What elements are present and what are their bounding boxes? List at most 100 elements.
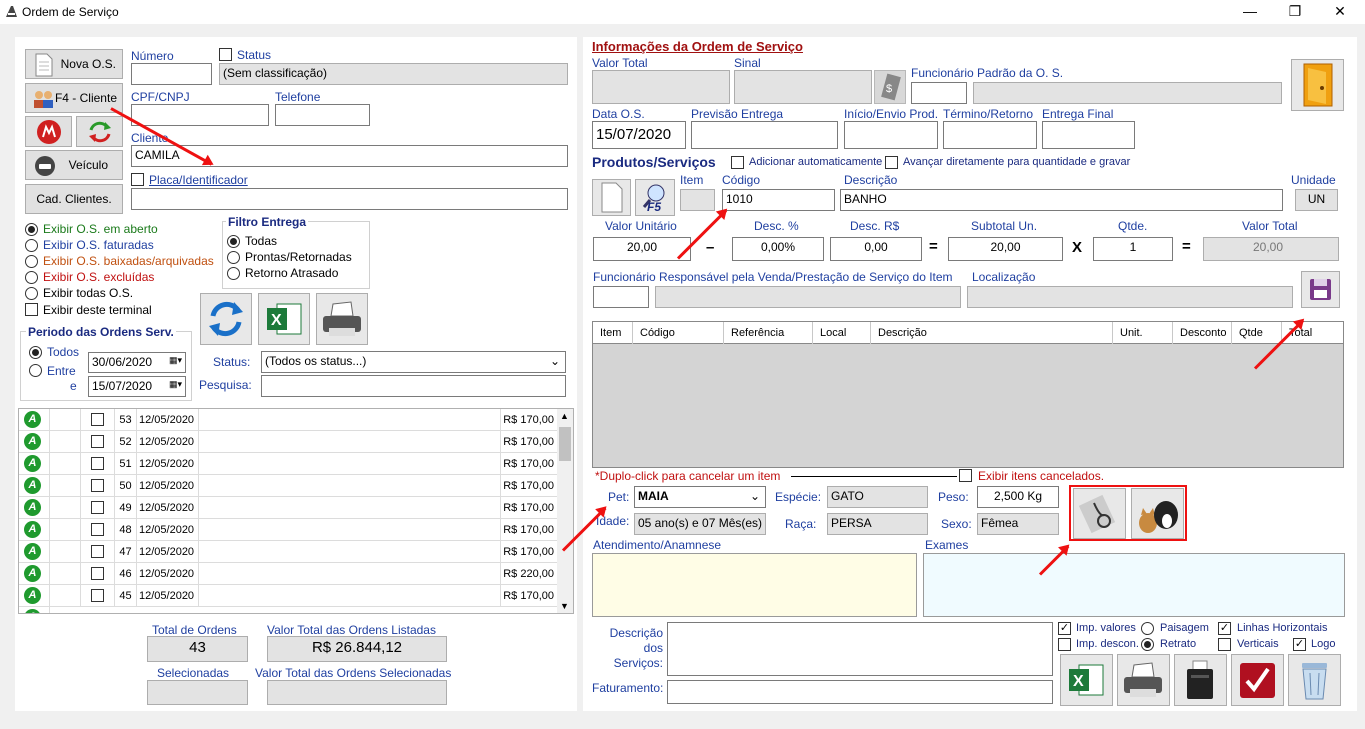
row-checkbox[interactable]: [91, 545, 104, 558]
exibir-terminal-checkbox[interactable]: [25, 303, 38, 316]
table-row[interactable]: A: [19, 607, 559, 613]
swap-client-button[interactable]: [25, 116, 72, 147]
faturamento-input[interactable]: [667, 680, 1053, 704]
avancar-checkbox[interactable]: [885, 156, 898, 169]
termino-input[interactable]: [943, 121, 1037, 149]
table-row[interactable]: A 47 12/05/2020 R$ 170,00: [19, 541, 559, 563]
print-os-button[interactable]: [1117, 654, 1170, 706]
placa-checkbox[interactable]: [131, 173, 144, 186]
os-filter-radio[interactable]: [25, 255, 38, 268]
col-qtde[interactable]: Qtde: [1232, 322, 1282, 344]
restore-button[interactable]: ❐: [1272, 0, 1318, 24]
new-item-button[interactable]: [592, 179, 631, 216]
telefone-input[interactable]: [275, 104, 370, 126]
os-filter-option[interactable]: Exibir O.S. excluídas: [25, 270, 225, 285]
delete-os-button[interactable]: [1288, 654, 1341, 706]
table-row[interactable]: A 49 12/05/2020 R$ 170,00: [19, 497, 559, 519]
col-referencia[interactable]: Referência: [724, 322, 813, 344]
close-button[interactable]: ✕: [1317, 0, 1363, 24]
entrega-input[interactable]: [1042, 121, 1135, 149]
pesquisa-input[interactable]: [261, 375, 566, 397]
row-checkbox[interactable]: [91, 501, 104, 514]
row-checkbox[interactable]: [91, 457, 104, 470]
pet-register-button[interactable]: [1131, 488, 1184, 539]
row-checkbox[interactable]: [91, 589, 104, 602]
linhas-horizontais-checkbox[interactable]: [1218, 622, 1231, 635]
table-row[interactable]: A 46 12/05/2020 R$ 220,00: [19, 563, 559, 585]
previsao-input[interactable]: [691, 121, 838, 149]
os-filter-radio[interactable]: [25, 287, 38, 300]
row-checkbox[interactable]: [91, 567, 104, 580]
qtde-input[interactable]: 1: [1093, 237, 1173, 261]
table-row[interactable]: A 52 12/05/2020 R$ 170,00: [19, 431, 559, 453]
os-filter-radio[interactable]: [25, 271, 38, 284]
verticais-checkbox[interactable]: [1218, 638, 1231, 651]
entrega-prontas-radio[interactable]: [227, 251, 240, 264]
periodo-todos-radio[interactable]: [29, 346, 42, 359]
row-checkbox[interactable]: [91, 435, 104, 448]
refresh-client-button[interactable]: [76, 116, 123, 147]
row-checkbox[interactable]: [91, 523, 104, 536]
items-grid[interactable]: Item Código Referência Local Descrição U…: [592, 321, 1344, 468]
exit-button[interactable]: [1291, 59, 1344, 111]
data-os-input[interactable]: 15/07/2020: [592, 121, 686, 149]
minimize-button[interactable]: —: [1227, 0, 1273, 24]
entrega-atrasado-radio[interactable]: [227, 267, 240, 280]
desc-rs-input[interactable]: 0,00: [830, 237, 922, 261]
exibir-cancelados-checkbox[interactable]: [959, 469, 972, 482]
imp-valores-checkbox[interactable]: [1058, 622, 1071, 635]
receipt-printer-button[interactable]: [1174, 654, 1227, 706]
entrega-todas-radio[interactable]: [227, 235, 240, 248]
subtotal-input[interactable]: 20,00: [948, 237, 1063, 261]
table-row[interactable]: A 50 12/05/2020 R$ 170,00: [19, 475, 559, 497]
excel-export-button[interactable]: X: [258, 293, 310, 345]
row-checkbox[interactable]: [91, 479, 104, 492]
orders-list[interactable]: A 53 12/05/2020 R$ 170,00 A 52 12/05/2020 R$ 17…: [18, 408, 574, 614]
atendimento-textarea[interactable]: [592, 553, 917, 617]
numero-input[interactable]: [131, 63, 212, 85]
col-desconto[interactable]: Desconto: [1173, 322, 1232, 344]
table-row[interactable]: A 45 12/05/2020 R$ 170,00: [19, 585, 559, 607]
col-local[interactable]: Local: [813, 322, 871, 344]
periodo-ate-input[interactable]: 15/07/2020 ▦▾: [88, 376, 186, 397]
peso-input[interactable]: 2,500 Kg: [977, 486, 1059, 508]
periodo-de-input[interactable]: 30/06/2020 ▦▾: [88, 352, 186, 373]
status-checkbox[interactable]: [219, 48, 232, 61]
placa-input[interactable]: [131, 188, 568, 210]
nova-os-button[interactable]: Nova O.S.: [25, 49, 123, 79]
money-button[interactable]: $: [874, 70, 906, 104]
save-item-button[interactable]: [1301, 271, 1340, 308]
os-filter-radio[interactable]: [25, 239, 38, 252]
imp-descon-checkbox[interactable]: [1058, 638, 1071, 651]
orders-scrollbar[interactable]: ▲ ▼: [557, 409, 573, 613]
cad-clientes-button[interactable]: Cad. Clientes.: [25, 184, 123, 214]
table-row[interactable]: A 53 12/05/2020 R$ 170,00: [19, 409, 559, 431]
descricao-servicos-textarea[interactable]: [667, 622, 1053, 676]
table-row[interactable]: A 48 12/05/2020 R$ 170,00: [19, 519, 559, 541]
table-row[interactable]: A 51 12/05/2020 R$ 170,00: [19, 453, 559, 475]
os-filter-option[interactable]: Exibir O.S. em aberto: [25, 222, 225, 237]
col-codigo[interactable]: Código: [633, 322, 724, 344]
print-list-button[interactable]: [316, 293, 368, 345]
os-filter-option[interactable]: Exibir O.S. faturadas: [25, 238, 225, 253]
refresh-list-button[interactable]: [200, 293, 252, 345]
periodo-entre-radio[interactable]: [29, 364, 42, 377]
pet-select[interactable]: MAIA ⌄: [634, 486, 766, 508]
codigo-input[interactable]: 1010: [722, 189, 835, 211]
os-filter-option[interactable]: Exibir todas O.S.: [25, 286, 225, 301]
col-unit[interactable]: Unit.: [1113, 322, 1173, 344]
finalize-button[interactable]: [1231, 654, 1284, 706]
vet-exam-button[interactable]: [1073, 488, 1126, 539]
row-checkbox[interactable]: [91, 413, 104, 426]
os-filter-option[interactable]: Exibir O.S. baixadas/arquivadas: [25, 254, 225, 269]
desc-pct-input[interactable]: 0,00%: [732, 237, 824, 261]
func-padrao-code[interactable]: [911, 82, 967, 104]
search-product-button[interactable]: F5: [635, 179, 675, 216]
func-resp-code[interactable]: [593, 286, 649, 308]
status-filter-select[interactable]: (Todos os status...) ⌄: [261, 351, 566, 373]
paisagem-radio[interactable]: [1141, 622, 1154, 635]
col-descricao[interactable]: Descrição: [871, 322, 1113, 344]
scroll-thumb[interactable]: [559, 427, 571, 461]
logo-checkbox[interactable]: [1293, 638, 1306, 651]
col-item[interactable]: Item: [593, 322, 633, 344]
